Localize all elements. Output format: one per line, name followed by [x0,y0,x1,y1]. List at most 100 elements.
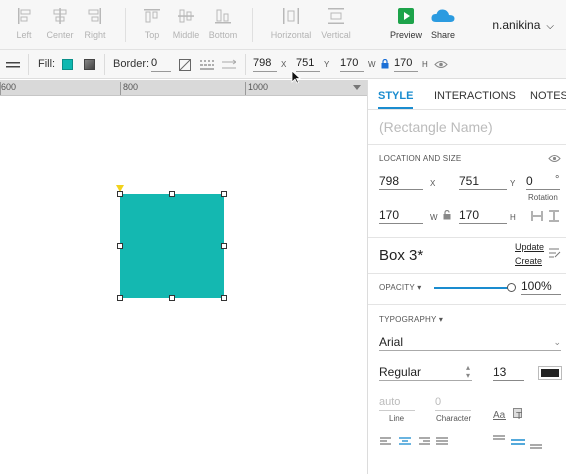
format-divider [104,54,105,75]
create-style-link[interactable]: Create [515,256,542,266]
opacity-input[interactable]: 100% [521,279,561,295]
resize-handle-w[interactable] [117,243,123,249]
resize-handle-e[interactable] [221,243,227,249]
preview-button[interactable]: Preview [389,6,423,40]
fill-gradient-swatch[interactable] [84,59,95,70]
ruler-label: 1000 [248,82,269,92]
shape-name-input[interactable]: (Rectangle Name) [379,119,493,135]
border-width-input[interactable]: 0 [151,57,171,72]
toolbar-divider [125,8,126,42]
font-family-select[interactable]: Arial ⌄ [379,335,561,351]
ruler-tick [120,82,121,95]
user-menu[interactable]: n.anikina ⌵ [492,18,554,32]
style-list-icon[interactable] [549,248,561,258]
resize-handle-ne[interactable] [221,191,227,197]
tab-interactions[interactable]: INTERACTIONS [434,90,516,102]
resize-handle-nw[interactable] [117,191,123,197]
style-name: Box 3* [379,247,424,264]
fit-height-icon[interactable] [549,210,559,222]
width-input[interactable]: 170 [340,57,364,72]
eye-icon[interactable] [548,154,561,163]
align-bottom-button[interactable]: Bottom [208,6,238,40]
lock-icon[interactable] [381,59,389,69]
design-canvas[interactable] [0,97,367,474]
format-divider [245,54,246,75]
opacity-label-text: OPACITY [379,283,415,292]
align-top-button[interactable]: Top [140,6,164,40]
menu-lines-icon[interactable] [6,61,20,69]
chevron-down-icon: ⌄ [553,337,561,347]
border-dash-icon[interactable] [200,59,214,71]
resize-handle-s[interactable] [169,295,175,301]
preview-label: Preview [389,30,422,40]
y-position-input[interactable]: 751 [459,174,507,190]
fit-width-icon[interactable] [531,211,543,221]
w-label: W [368,60,376,69]
align-center-icon [53,8,67,24]
align-right-icon [88,8,101,24]
ruler-dropdown-icon[interactable] [353,85,361,90]
valign-middle-icon[interactable] [511,439,525,447]
border-label: Border: [113,58,150,70]
text-align-justify-icon[interactable] [436,437,448,447]
font-weight-select[interactable]: Regular ▴ ▾ [379,364,472,381]
height-input[interactable]: 170 [459,208,507,224]
section-divider [368,273,566,274]
fill-color-swatch[interactable] [62,59,73,70]
distribute-vertical-button[interactable]: Vertical [318,6,354,40]
horizontal-ruler: 600 800 1000 [0,80,367,96]
tab-notes[interactable]: NOTES [530,90,566,102]
align-right-button[interactable]: Right [82,6,108,40]
character-spacing-input[interactable]: 0 [435,396,471,411]
distribute-horizontal-icon [283,8,299,24]
h-label: H [422,60,428,69]
distribute-vertical-icon [328,8,344,24]
x-position-input[interactable]: 798 [379,174,423,190]
arrow-style-icon[interactable] [222,59,236,71]
resize-handle-n[interactable] [169,191,175,197]
align-left-button[interactable]: Left [10,6,38,40]
text-style-icon[interactable]: T [513,408,525,420]
align-top-icon [144,9,160,23]
text-align-left-icon[interactable] [380,437,392,447]
selected-rectangle[interactable] [120,194,224,298]
ruler-label: 800 [123,82,139,92]
width-input[interactable]: 170 [379,208,423,224]
text-align-right-icon[interactable] [418,437,430,447]
chevron-down-icon: ⌵ [546,21,554,32]
x-input[interactable]: 798 [253,57,277,72]
opacity-slider-handle[interactable] [507,283,516,292]
opacity-slider-track[interactable] [434,287,510,289]
x-label: X [281,60,287,69]
share-button[interactable]: Share [428,6,458,40]
fill-label: Fill: [38,58,56,70]
line-height-input[interactable]: auto [379,396,415,411]
height-input[interactable]: 170 [394,57,418,72]
text-case-icon[interactable]: Aa [493,408,507,420]
resize-handle-se[interactable] [221,295,227,301]
x-label: X [430,179,436,188]
section-divider [368,237,566,238]
eye-icon[interactable] [434,60,448,69]
valign-bottom-icon[interactable] [530,443,542,451]
align-center-button[interactable]: Center [44,6,76,40]
tab-style[interactable]: STYLE [378,90,414,109]
typography-label[interactable]: TYPOGRAPHY ▾ [379,315,443,324]
ruler-tick [245,82,246,95]
align-middle-icon [178,9,194,23]
text-align-center-icon[interactable] [399,437,411,447]
valign-top-icon[interactable] [493,435,505,443]
opacity-label[interactable]: OPACITY ▾ [379,283,421,292]
rotation-label: Rotation [528,193,558,202]
align-middle-label: Middle [172,30,200,40]
font-size-input[interactable]: 13 [493,365,524,381]
username: n.anikina [492,18,541,32]
update-style-link[interactable]: Update [515,242,544,252]
play-icon [398,8,414,24]
unlock-icon[interactable] [443,210,451,220]
resize-handle-sw[interactable] [117,295,123,301]
text-color-swatch[interactable] [538,366,562,380]
align-middle-button[interactable]: Middle [172,6,200,40]
border-style-icon[interactable] [179,59,191,71]
distribute-horizontal-button[interactable]: Horizontal [270,6,312,40]
